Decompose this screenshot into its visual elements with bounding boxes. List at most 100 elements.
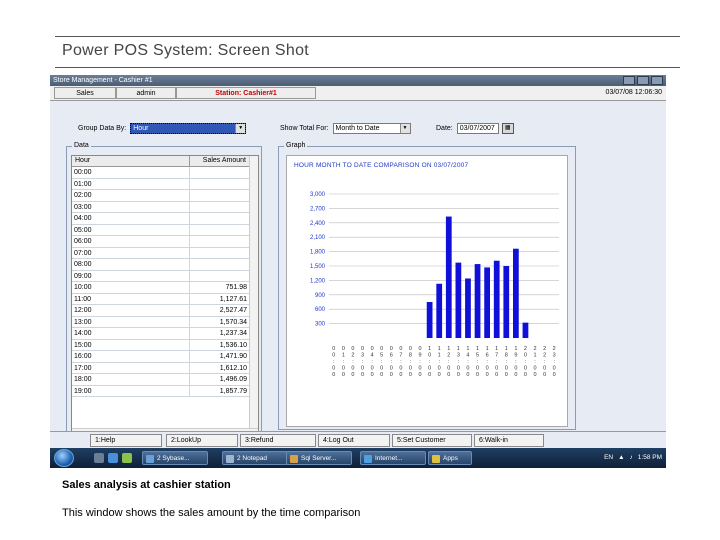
x-tick-label: 5 [380,353,383,359]
cell-hour: 05:00 [72,224,190,235]
x-tick-label: 3 [361,353,364,359]
tab-walk-in[interactable]: 6:Walk-in [474,434,544,447]
table-row[interactable]: 11:00 1,127.61 [72,293,258,305]
sales-grid[interactable]: Hour Sales Amount 00:00 01:00 02:00 03:00 04… [71,155,259,437]
cell-sales-amount: 1,536.10 [219,341,247,349]
table-row[interactable]: 05:00 [72,224,258,236]
chart-title: HOUR MONTH TO DATE COMPARISON ON 03/07/2… [294,162,469,169]
taskbar-task[interactable]: 2 Sybase... [142,451,208,465]
cell-hour: 19:00 [72,385,190,396]
taskbar: 2 Sybase... 2 Notepad Sql Server... Interne… [50,448,666,468]
taskbar-task[interactable]: Apps [428,451,472,465]
table-row[interactable]: 19:00 1,857.79 [72,385,258,397]
table-row[interactable]: 00:00 [72,167,258,179]
table-row[interactable]: 08:00 [72,259,258,271]
tab-lookup[interactable]: 2:LookUp [166,434,238,447]
window-controls [623,76,663,85]
table-row[interactable]: 13:00 1,570.34 [72,316,258,328]
x-tick-label: 0 [409,346,412,352]
chevron-down-icon[interactable]: ▼ [399,124,410,133]
chevron-down-icon[interactable]: ▼ [235,124,246,133]
x-tick-label: 1 [476,346,479,352]
tab-set-customer[interactable]: 5:Set Customer [392,434,472,447]
windows-start-icon[interactable] [54,449,74,467]
table-row[interactable]: 09:00 [72,270,258,282]
x-tick-label: : [544,359,546,365]
x-tick-label: 0 [342,366,345,372]
table-row[interactable]: 12:00 2,527.47 [72,305,258,317]
browser-icon[interactable] [108,453,118,463]
y-tick-label: 1,500 [310,264,326,270]
folder-icon[interactable] [122,453,132,463]
table-row[interactable]: 07:00 [72,247,258,259]
minimize-icon[interactable] [623,76,635,85]
table-row[interactable]: 17:00 1,612.10 [72,362,258,374]
x-tick-label: : [410,359,412,365]
group-by-select[interactable]: Hour ▼ [130,123,247,134]
x-tick-label: 0 [399,346,402,352]
language-indicator[interactable]: EN [604,451,613,465]
table-row[interactable]: 03:00 [72,201,258,213]
x-tick-label: : [419,359,421,365]
volume-icon[interactable]: ♪ [630,451,633,465]
taskbar-clock[interactable]: 1:58 PM [638,451,662,465]
taskbar-task[interactable]: Sql Server... [286,451,352,465]
x-tick-label: 2 [543,353,546,359]
x-tick-label: 6 [390,353,393,359]
cell-hour: 01:00 [72,178,190,189]
bar [484,267,490,338]
x-tick-label: 0 [390,372,393,378]
taskbar-task-label: Sql Server... [301,455,337,462]
x-tick-label: 0 [351,366,354,372]
x-tick-label: : [506,359,508,365]
close-icon[interactable] [651,76,663,85]
column-header-amount[interactable]: Sales Amount [190,156,250,166]
calendar-icon[interactable]: ▦ [501,123,514,134]
vertical-scrollbar[interactable] [249,156,258,436]
table-row[interactable]: 06:00 [72,236,258,248]
x-tick-label: 1 [428,346,431,352]
column-header-hour[interactable]: Hour [72,156,190,166]
x-tick-label: 0 [486,372,489,378]
x-tick-label: 0 [351,346,354,352]
cell-hour: 03:00 [72,201,190,212]
show-desktop-icon[interactable] [94,453,104,463]
maximize-icon[interactable] [637,76,649,85]
x-tick-label: 2 [534,346,537,352]
x-tick-label: 0 [447,372,450,378]
cell-hour: 09:00 [72,270,190,281]
cell-sales-amount: 1,857.79 [219,387,247,395]
table-row[interactable]: 18:00 1,496.09 [72,374,258,386]
table-row[interactable]: 14:00 1,237.34 [72,328,258,340]
cell-hour: 15:00 [72,339,190,350]
x-tick-label: : [534,359,536,365]
table-row[interactable]: 02:00 [72,190,258,202]
cell-hour: 11:00 [72,293,190,304]
taskbar-task[interactable]: 2 Notepad [222,451,288,465]
grid-header: Hour Sales Amount [72,156,258,167]
cell-hour: 18:00 [72,374,190,385]
table-row[interactable]: 10:00 751.98 [72,282,258,294]
x-tick-label: 6 [486,353,489,359]
group-by-label: Group Data By: [78,125,127,132]
date-control: Date: 03/07/2007 ▦ [436,123,514,134]
x-tick-label: 0 [342,372,345,378]
table-row[interactable]: 16:00 1,471.90 [72,351,258,363]
show-total-select[interactable]: Month to Date ▼ [332,123,411,134]
taskbar-task[interactable]: Internet... [360,451,426,465]
tab-help[interactable]: 1:Help [90,434,162,447]
cell-sales-amount: 1,471.90 [219,353,247,360]
x-tick-label: 9 [514,353,517,359]
tab-refund[interactable]: 3:Refund [240,434,316,447]
table-row[interactable]: 04:00 [72,213,258,225]
table-row[interactable]: 01:00 [72,178,258,190]
taskbar-task-label: Apps [443,455,458,462]
table-row[interactable]: 15:00 1,536.10 [72,339,258,351]
bar [445,216,452,338]
tab-log-out[interactable]: 4:Log Out [318,434,390,447]
taskbar-task-label: Internet... [375,455,403,462]
x-tick-label: : [438,359,440,365]
network-icon[interactable]: ▲ [618,451,624,465]
x-tick-label: 0 [342,346,345,352]
date-input[interactable]: 03/07/2007 [456,123,499,134]
